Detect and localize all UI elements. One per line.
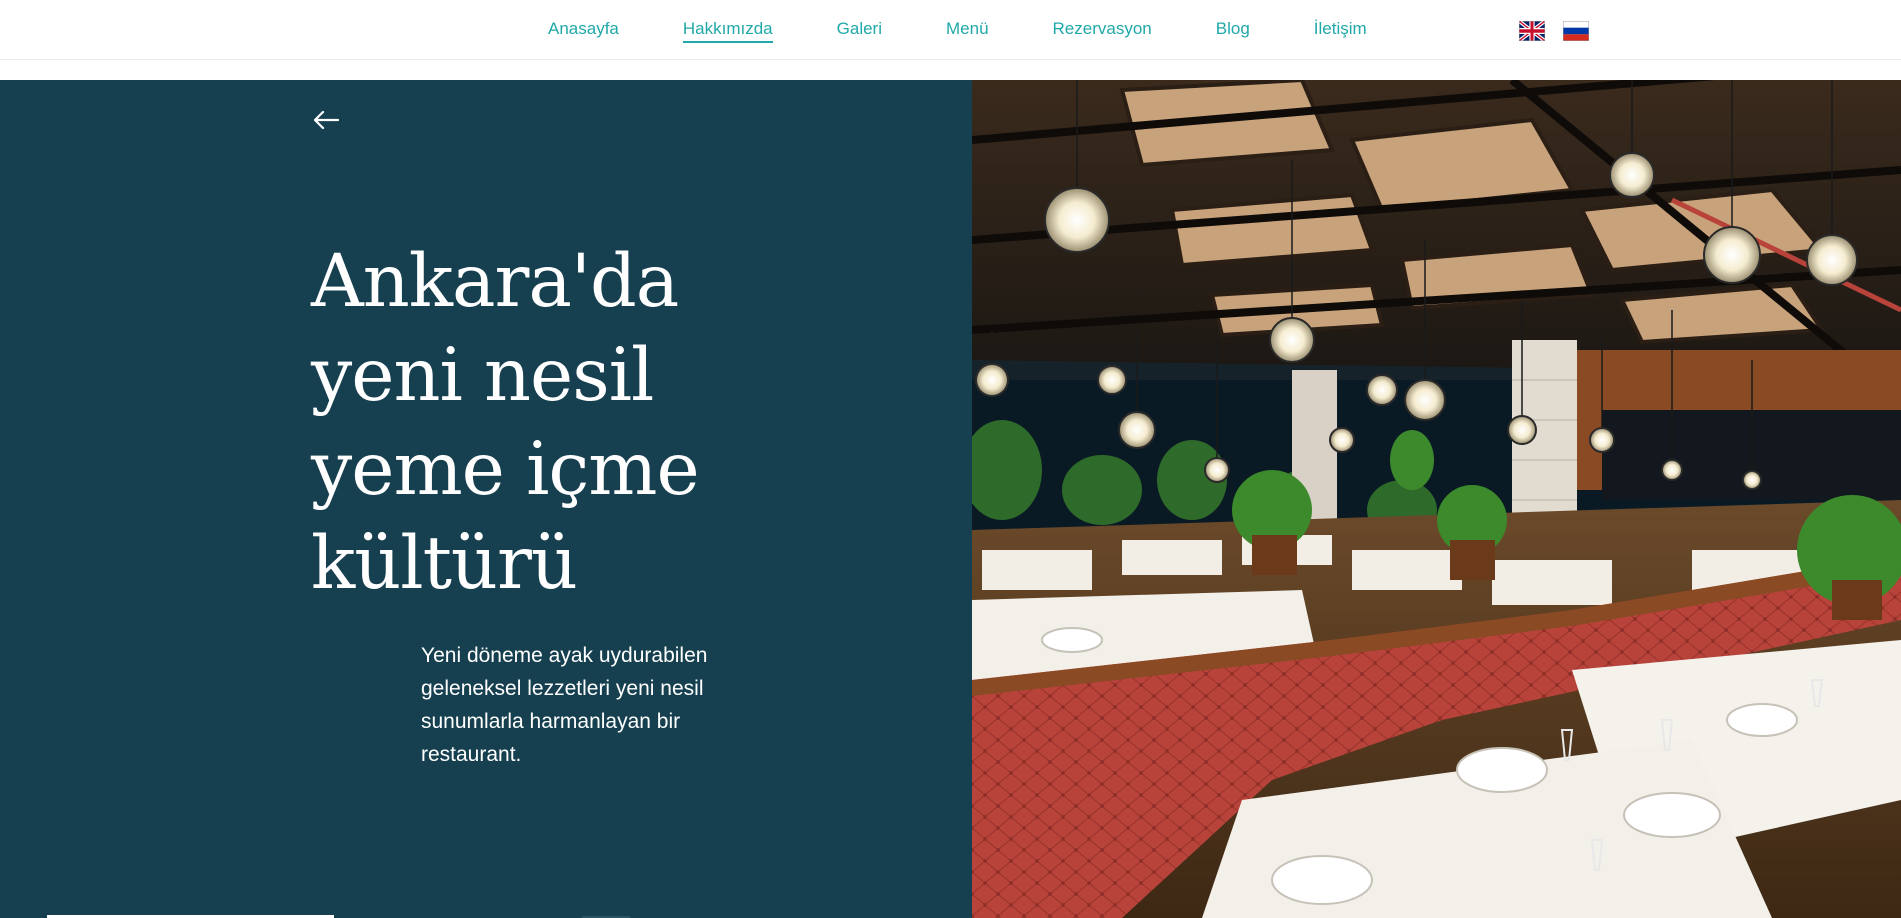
nav-item-galeri: Galeri	[837, 19, 882, 43]
nav-link-galeri[interactable]: Galeri	[837, 19, 882, 43]
nav-link-anasayfa[interactable]: Anasayfa	[548, 19, 619, 43]
nav-link-blog[interactable]: Blog	[1216, 19, 1250, 43]
restaurant-illustration	[972, 80, 1901, 918]
nav-item-blog: Blog	[1216, 19, 1250, 43]
nav-link-menu[interactable]: Menü	[946, 19, 989, 43]
main-menu: Anasayfa Hakkımızda Galeri Menü Rezervas…	[548, 19, 1367, 43]
nav-link-hakkimizda[interactable]: Hakkımızda	[682, 19, 773, 43]
nav-item-iletisim: İletişim	[1314, 19, 1367, 43]
uk-flag-icon[interactable]	[1519, 21, 1545, 41]
language-switcher	[1519, 21, 1589, 41]
hero-headline: Ankara'da yeni nesil yeme içme kültürü	[311, 239, 700, 606]
nav-item-rezervasyon: Rezervasyon	[1053, 19, 1152, 43]
hero-description: Yeni döneme ayak uydurabilen geleneksel …	[421, 644, 708, 766]
nav-item-anasayfa: Anasayfa	[548, 19, 619, 43]
top-navigation: Anasayfa Hakkımızda Galeri Menü Rezervas…	[0, 0, 1901, 60]
hero-text-panel: Ankara'da yeni nesil yeme içme kültürü Y…	[0, 80, 972, 918]
nav-item-hakkimizda: Hakkımızda	[682, 19, 773, 43]
russia-flag-icon[interactable]	[1563, 21, 1589, 41]
nav-item-menu: Menü	[946, 19, 989, 43]
restaurant-interior-photo	[972, 80, 1901, 918]
nav-link-iletisim[interactable]: İletişim	[1314, 19, 1367, 43]
nav-link-rezervasyon[interactable]: Rezervasyon	[1053, 19, 1152, 43]
arrow-left-icon[interactable]	[312, 110, 340, 130]
